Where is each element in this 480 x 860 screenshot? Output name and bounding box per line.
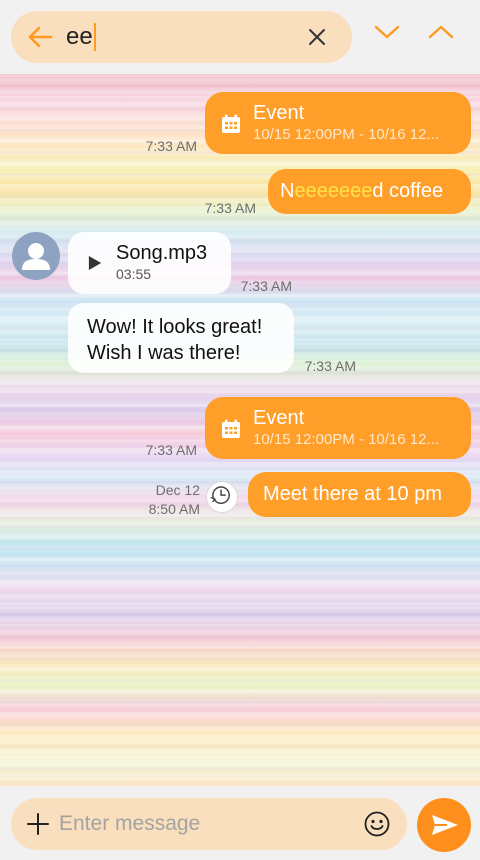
search-input[interactable]: ee	[66, 23, 96, 51]
text-message[interactable]: Wow! It looks great! Wish I was there!	[68, 303, 294, 373]
message-input[interactable]: Enter message	[59, 812, 200, 836]
message-text-suffix: d coffee	[372, 180, 444, 202]
calendar-icon	[222, 114, 240, 133]
plus-icon[interactable]	[27, 813, 49, 835]
message-line: Wow! It looks great!	[87, 316, 263, 338]
event-message[interactable]: Event 10/15 12:00PM - 10/16 12...	[205, 397, 471, 459]
chevron-up-icon[interactable]	[428, 24, 454, 40]
message-line: Wish I was there!	[87, 342, 241, 364]
audio-duration: 03:55	[116, 266, 152, 282]
message-text-prefix: N	[280, 180, 295, 202]
close-icon[interactable]	[307, 27, 327, 47]
scheduled-clock[interactable]	[206, 481, 238, 513]
audio-message[interactable]: Song.mp3 03:55	[68, 232, 231, 294]
message-time: 7:33 AM	[240, 278, 292, 294]
calendar-icon	[222, 419, 240, 438]
chat-area[interactable]: 7:33 AM Event 10/15 12:00PM - 10/16 12..…	[0, 74, 480, 786]
event-title: Event	[253, 102, 305, 124]
chevron-down-icon[interactable]	[374, 24, 400, 40]
message-text: Meet there at 10 pm	[263, 483, 442, 505]
event-message[interactable]: Event 10/15 12:00PM - 10/16 12...	[205, 92, 471, 154]
event-dates: 10/15 12:00PM - 10/16 12...	[253, 431, 439, 448]
message-input-bar[interactable]: Enter message	[11, 798, 407, 850]
play-icon[interactable]	[88, 254, 102, 272]
event-title: Event	[253, 407, 305, 429]
search-toolbar: ee	[0, 0, 480, 74]
message-composer: Enter message	[0, 786, 480, 860]
avatar[interactable]	[12, 232, 60, 280]
emoji-icon[interactable]	[364, 811, 390, 837]
scheduled-time: 8:50 AM	[148, 501, 200, 517]
send-icon	[432, 815, 458, 835]
send-button[interactable]	[417, 798, 471, 852]
message-time: 7:33 AM	[145, 442, 197, 458]
clock-icon	[210, 486, 230, 505]
text-message[interactable]: Neeeeeeed coffee	[268, 169, 471, 214]
message-time: 7:33 AM	[204, 200, 256, 216]
text-message[interactable]: Meet there at 10 pm	[248, 472, 471, 517]
search-bar[interactable]: ee	[11, 11, 352, 63]
search-highlight: eeeeeee	[294, 180, 373, 202]
message-time: 7:33 AM	[145, 138, 197, 154]
arrow-left-icon[interactable]	[27, 24, 53, 50]
person-icon	[22, 243, 50, 270]
message-time: 7:33 AM	[304, 358, 356, 374]
audio-title: Song.mp3	[116, 242, 208, 264]
scheduled-date: Dec 12	[155, 482, 200, 498]
event-dates: 10/15 12:00PM - 10/16 12...	[253, 126, 439, 143]
